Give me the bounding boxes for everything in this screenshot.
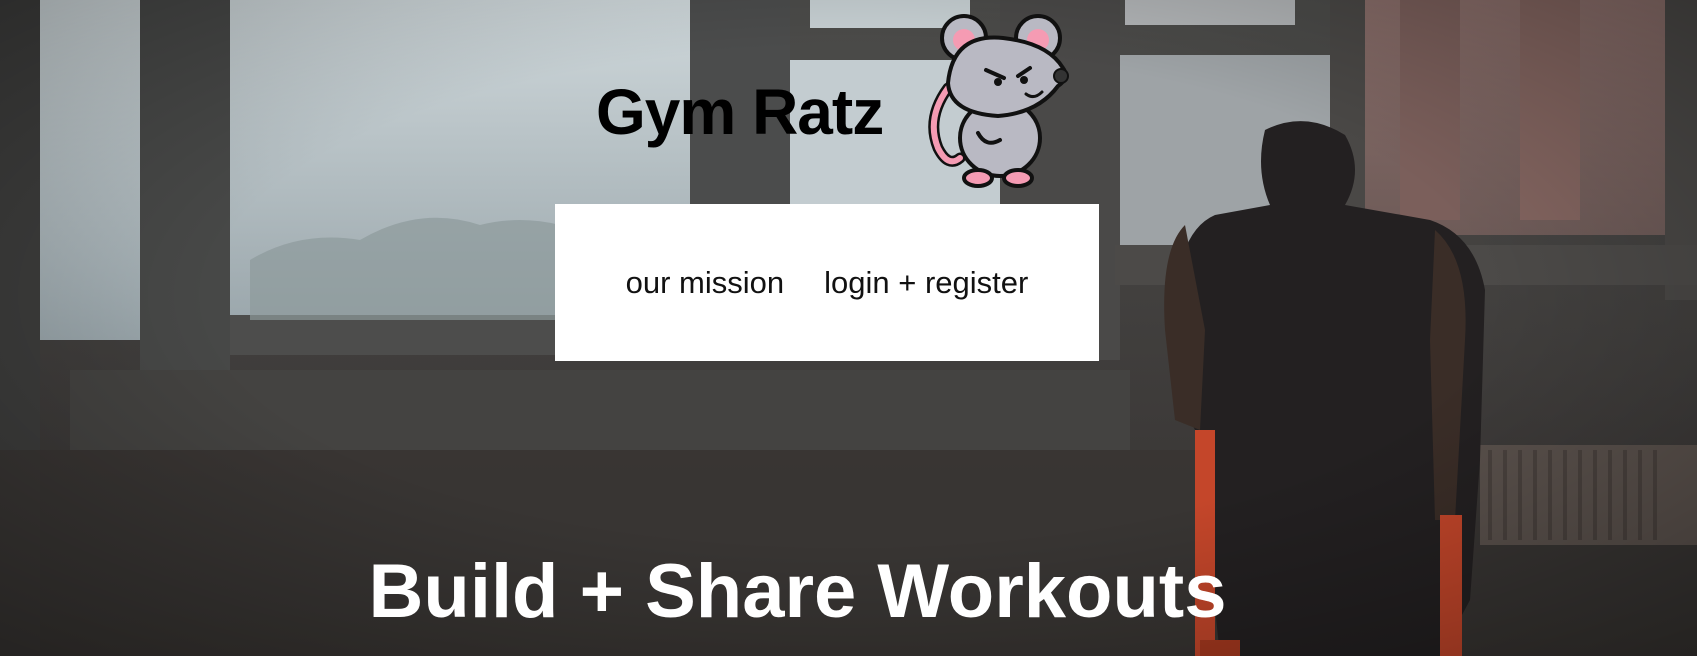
rat-mascot-icon xyxy=(928,14,1069,188)
main-nav: our mission login + register xyxy=(555,204,1099,361)
hero-headline-text: Build + Share Workouts xyxy=(368,549,1227,634)
hero-section: Gym Ratz our mission login + register Bu… xyxy=(0,0,1697,656)
hero-headline: Build + Share Workouts xyxy=(0,548,1697,635)
nav-link-our-mission[interactable]: our mission xyxy=(626,265,785,301)
nav-link-login-register[interactable]: login + register xyxy=(824,265,1028,301)
brand-title[interactable]: Gym Ratz xyxy=(596,80,884,144)
brand[interactable]: Gym Ratz xyxy=(596,62,884,162)
